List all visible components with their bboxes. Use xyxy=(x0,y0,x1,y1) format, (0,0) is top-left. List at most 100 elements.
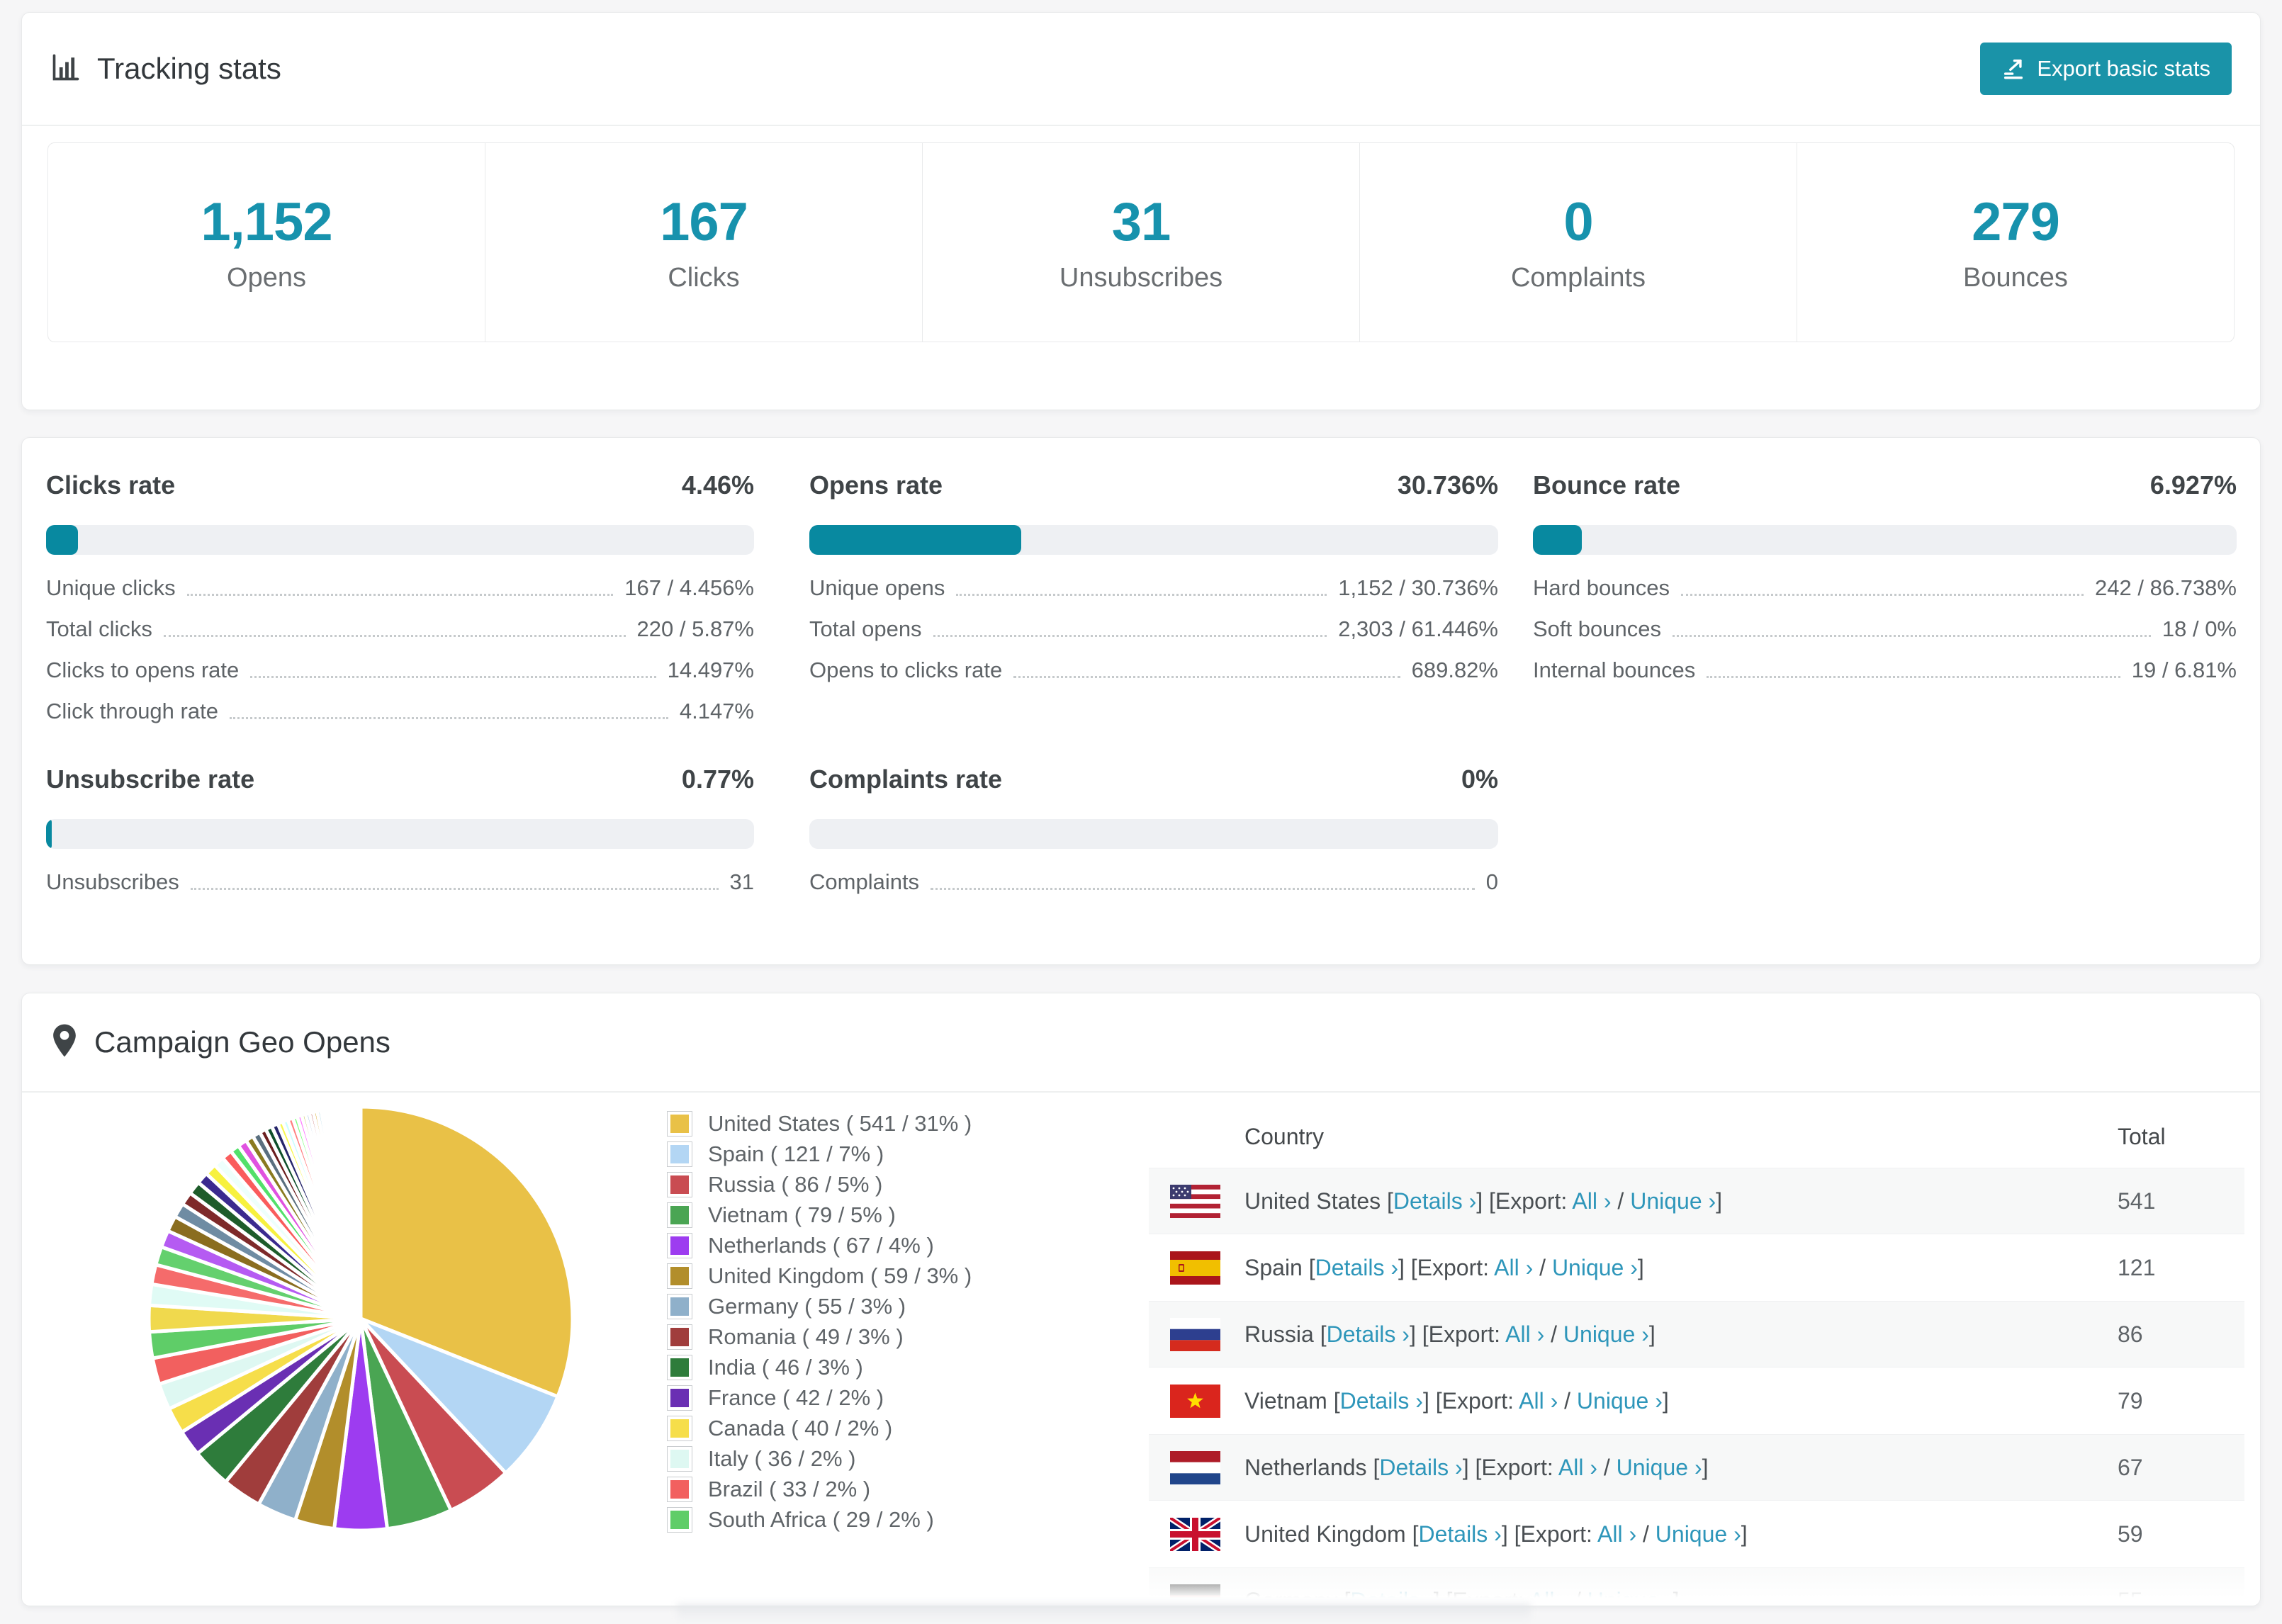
metric-label: Complaints xyxy=(809,869,920,894)
legend-label: Germany ( 55 / 3% ) xyxy=(708,1293,906,1319)
legend-swatch xyxy=(667,1445,692,1472)
legend-item[interactable]: South Africa ( 29 / 2% ) xyxy=(667,1504,972,1535)
metric-row: Total clicks 220 / 5.87% xyxy=(46,609,754,650)
metric-row: Opens to clicks rate 689.82% xyxy=(809,650,1498,691)
legend-item[interactable]: United Kingdom ( 59 / 3% ) xyxy=(667,1261,972,1291)
legend-swatch xyxy=(667,1354,692,1380)
metric-label: Total clicks xyxy=(46,616,152,641)
metric-value: 689.82% xyxy=(1411,658,1498,682)
details-link[interactable]: Details › xyxy=(1379,1455,1462,1480)
legend-label: United Kingdom ( 59 / 3% ) xyxy=(708,1263,972,1288)
export-unique-link[interactable]: Unique › xyxy=(1587,1588,1673,1606)
export-unique-link[interactable]: Unique › xyxy=(1656,1521,1741,1547)
metric-row: Unique opens 1,152 / 30.736% xyxy=(809,568,1498,609)
export-unique-link[interactable]: Unique › xyxy=(1630,1188,1716,1214)
legend-swatch xyxy=(667,1476,692,1502)
legend-item[interactable]: Canada ( 40 / 2% ) xyxy=(667,1413,972,1443)
legend-item[interactable]: United States ( 541 / 31% ) xyxy=(667,1108,972,1139)
country-name: United States xyxy=(1244,1188,1381,1214)
legend-item[interactable]: India ( 46 / 3% ) xyxy=(667,1352,972,1382)
metric-label: Internal bounces xyxy=(1533,658,1696,682)
details-link[interactable]: Details › xyxy=(1327,1321,1410,1347)
country-cell: United Kingdom [Details ›] [Export: All … xyxy=(1244,1521,1748,1547)
flag-us-icon xyxy=(1170,1184,1220,1218)
legend-swatch xyxy=(667,1110,692,1137)
metric-row: Unique clicks 167 / 4.456% xyxy=(46,568,754,609)
dotted-leader xyxy=(931,887,1475,890)
legend-item[interactable]: Romania ( 49 / 3% ) xyxy=(667,1321,972,1352)
geo-title: Campaign Geo Opens xyxy=(94,1025,390,1059)
table-row: Russia [Details ›] [Export: All › / Uniq… xyxy=(1149,1301,2244,1368)
metric-value: 2,303 / 61.446% xyxy=(1338,616,1498,641)
legend-item[interactable]: Italy ( 36 / 2% ) xyxy=(667,1443,972,1474)
export-unique-link[interactable]: Unique › xyxy=(1617,1455,1702,1480)
progress-bar xyxy=(809,819,1498,849)
export-unique-link[interactable]: Unique › xyxy=(1563,1321,1649,1347)
legend-item[interactable]: France ( 42 / 2% ) xyxy=(667,1382,972,1413)
legend-label: Brazil ( 33 / 2% ) xyxy=(708,1476,871,1501)
summary-stat-unsubscribes: 31 Unsubscribes xyxy=(922,143,1359,342)
metric-label: Opens to clicks rate xyxy=(809,658,1003,682)
column-header-total: Total xyxy=(2118,1124,2166,1149)
legend-swatch xyxy=(667,1415,692,1441)
progress-bar xyxy=(809,525,1498,555)
rate-title: Bounce rate xyxy=(1533,470,1681,500)
dotted-leader xyxy=(250,675,656,678)
dotted-leader xyxy=(1672,634,2151,637)
legend-item[interactable]: Brazil ( 33 / 2% ) xyxy=(667,1474,972,1504)
export-all-link[interactable]: All › xyxy=(1494,1255,1533,1280)
export-basic-stats-button[interactable]: Export basic stats xyxy=(1980,43,2232,95)
country-cell: United States [Details ›] [Export: All ›… xyxy=(1244,1188,1723,1214)
total-value: 59 xyxy=(2118,1521,2143,1547)
export-unique-link[interactable]: Unique › xyxy=(1577,1388,1663,1414)
stat-value: 31 xyxy=(1111,192,1171,252)
export-all-link[interactable]: All › xyxy=(1529,1588,1568,1606)
export-all-link[interactable]: All › xyxy=(1519,1388,1558,1414)
stat-label: Opens xyxy=(227,263,306,293)
stat-label: Bounces xyxy=(1963,263,2068,293)
export-all-link[interactable]: All › xyxy=(1597,1521,1636,1547)
legend-label: Netherlands ( 67 / 4% ) xyxy=(708,1232,934,1258)
total-value: 67 xyxy=(2118,1454,2143,1480)
table-row: United Kingdom [Details ›] [Export: All … xyxy=(1149,1501,2244,1567)
total-value: 79 xyxy=(2118,1387,2143,1414)
geo-pie-chart[interactable] xyxy=(144,1102,578,1535)
total-value: 55 xyxy=(2118,1587,2143,1606)
legend-item[interactable]: Vietnam ( 79 / 5% ) xyxy=(667,1200,972,1230)
export-unique-link[interactable]: Unique › xyxy=(1552,1255,1638,1280)
table-row: United States [Details ›] [Export: All ›… xyxy=(1149,1168,2244,1234)
country-name: Netherlands xyxy=(1244,1454,1367,1480)
legend-swatch xyxy=(667,1263,692,1289)
export-all-link[interactable]: All › xyxy=(1505,1321,1544,1347)
rate-title: Opens rate xyxy=(809,470,943,500)
metric-row: Internal bounces 19 / 6.81% xyxy=(1533,650,2237,691)
rates-card: Clicks rate 4.46% Unique clicks 167 / 4.4… xyxy=(21,437,2261,965)
progress-bar xyxy=(1533,525,2237,555)
metric-label: Soft bounces xyxy=(1533,616,1661,641)
dotted-leader xyxy=(190,887,719,890)
legend-swatch xyxy=(667,1324,692,1350)
legend-item[interactable]: Netherlands ( 67 / 4% ) xyxy=(667,1230,972,1261)
legend-label: Russia ( 86 / 5% ) xyxy=(708,1171,883,1197)
details-link[interactable]: Details › xyxy=(1340,1388,1423,1414)
metric-row: Complaints 0 xyxy=(809,862,1498,903)
details-link[interactable]: Details › xyxy=(1418,1521,1501,1547)
summary-stat-clicks: 167 Clicks xyxy=(485,143,922,342)
export-all-link[interactable]: All › xyxy=(1572,1188,1611,1214)
metric-value: 19 / 6.81% xyxy=(2131,658,2237,682)
legend-item[interactable]: Germany ( 55 / 3% ) xyxy=(667,1291,972,1321)
details-link[interactable]: Details › xyxy=(1393,1188,1476,1214)
table-row: Netherlands [Details ›] [Export: All › /… xyxy=(1149,1434,2244,1501)
rate-title: Clicks rate xyxy=(46,470,176,500)
legend-item[interactable]: Spain ( 121 / 7% ) xyxy=(667,1139,972,1169)
dotted-leader xyxy=(1013,675,1400,678)
legend-item[interactable]: Russia ( 86 / 5% ) xyxy=(667,1169,972,1200)
legend-swatch xyxy=(667,1141,692,1167)
legend-swatch xyxy=(667,1293,692,1319)
export-all-link[interactable]: All › xyxy=(1558,1455,1597,1480)
map-pin-icon xyxy=(50,1023,79,1062)
details-link[interactable]: Details › xyxy=(1315,1255,1398,1280)
stat-value: 167 xyxy=(660,192,748,252)
page-title: Tracking stats xyxy=(97,52,281,85)
metric-label: Click through rate xyxy=(46,699,218,723)
